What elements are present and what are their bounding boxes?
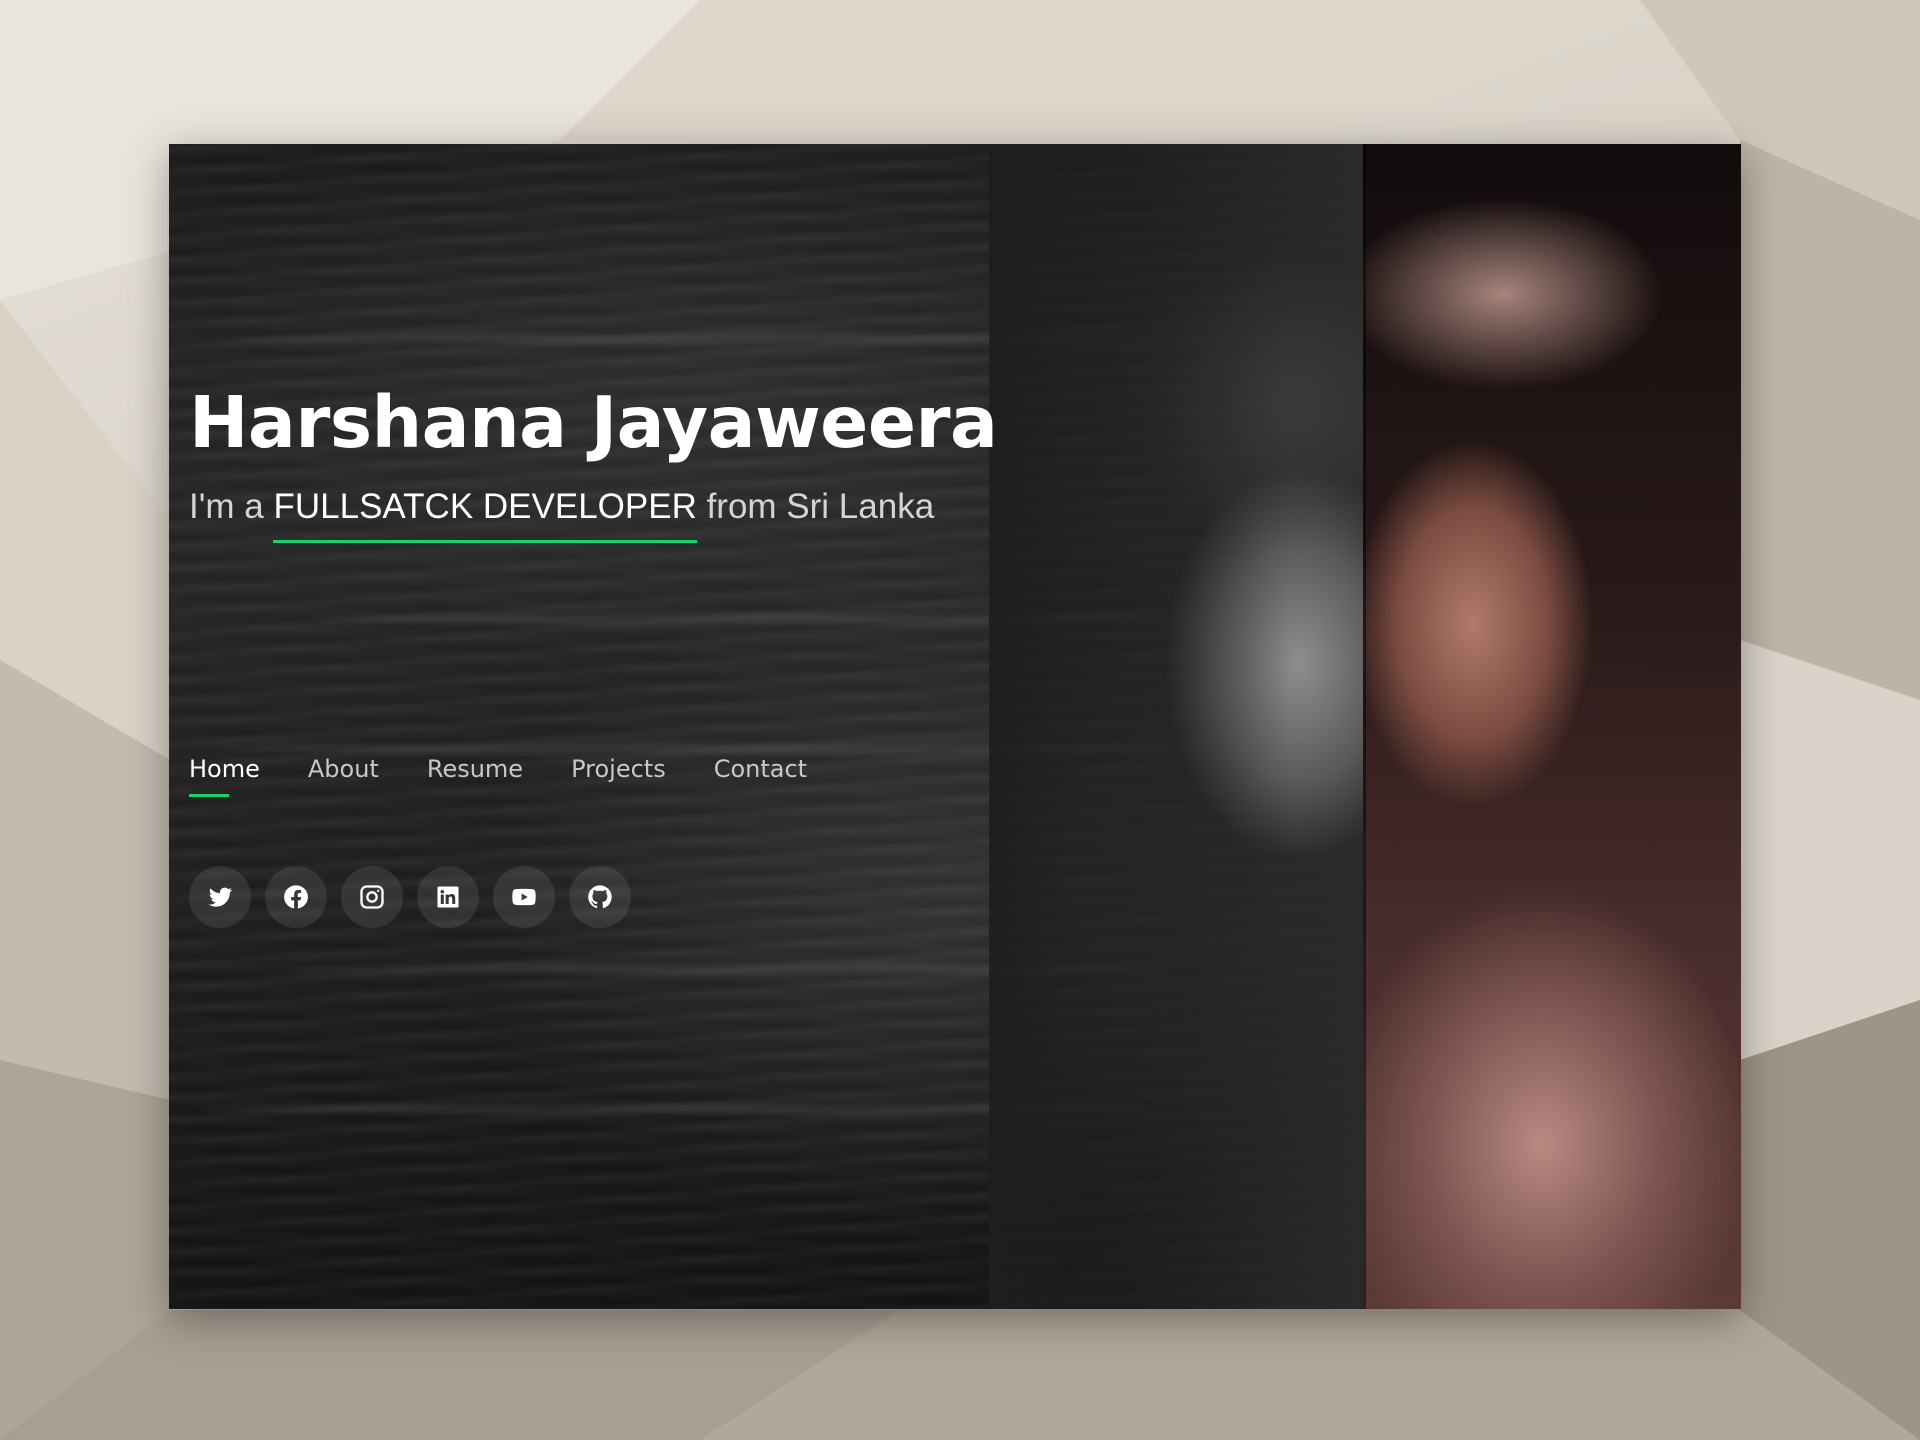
github-link[interactable] (569, 866, 631, 928)
linkedin-icon (437, 886, 459, 908)
hero-subtitle-suffix: from Sri Lanka (696, 487, 935, 527)
youtube-link[interactable] (493, 866, 555, 928)
github-icon (588, 885, 612, 909)
nav-contact[interactable]: Contact (714, 755, 807, 797)
twitter-icon (208, 887, 233, 907)
nav-projects[interactable]: Projects (571, 755, 666, 797)
youtube-icon (512, 888, 536, 906)
hero-subtitle-prefix: I'm a (189, 487, 274, 527)
nav-home[interactable]: Home (189, 755, 260, 797)
instagram-link[interactable] (341, 866, 403, 928)
facebook-icon (284, 885, 308, 909)
twitter-link[interactable] (189, 866, 251, 928)
hero-name: Harshana Jayaweera (189, 381, 998, 464)
main-nav: Home About Resume Projects Contact (189, 755, 807, 797)
hero-role: FULLSATCK DEVELOPER (273, 487, 697, 544)
instagram-icon (360, 885, 384, 909)
portrait-divider (1363, 144, 1366, 1309)
linkedin-link[interactable] (417, 866, 479, 928)
website-hero (169, 144, 1741, 1309)
portrait-color-half (1363, 144, 1741, 1309)
hero-subtitle: I'm a FULLSATCK DEVELOPER from Sri Lanka (189, 487, 1089, 544)
facebook-link[interactable] (265, 866, 327, 928)
nav-resume[interactable]: Resume (427, 755, 523, 797)
portrait-fade (989, 144, 1289, 1309)
nav-about[interactable]: About (308, 755, 379, 797)
hero-content: Harshana Jayaweera I'm a FULLSATCK DEVEL… (189, 380, 1089, 544)
social-links (189, 866, 631, 928)
